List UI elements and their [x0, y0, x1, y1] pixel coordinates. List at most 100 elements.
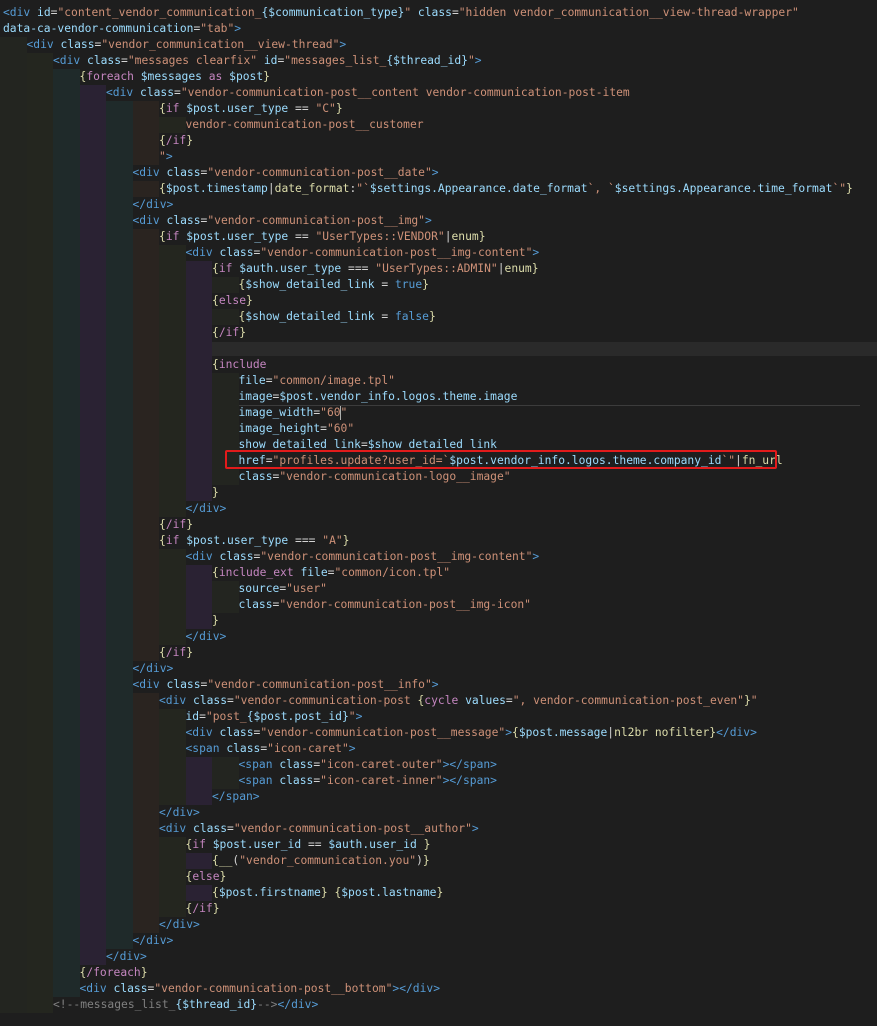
code-line[interactable]: [0, 341, 877, 357]
code-line[interactable]: {/if}: [0, 901, 877, 917]
code-line[interactable]: source="user": [0, 581, 877, 597]
indent-guide: [53, 965, 80, 981]
code-line[interactable]: data-ca-vendor-communication="tab">: [0, 21, 877, 37]
indent-guide: [79, 821, 106, 837]
code-line[interactable]: <div class="vendor-communication-post__i…: [0, 245, 877, 261]
code-text: {/if}: [159, 517, 193, 533]
code-token: }: [219, 870, 227, 883]
code-line[interactable]: file="common/image.tpl": [0, 373, 877, 389]
code-line[interactable]: <span class="icon-caret">: [0, 741, 877, 757]
indent-guide: [132, 229, 159, 245]
indent-guide: [79, 709, 106, 725]
code-line[interactable]: {if $post.user_id == $auth.user_id }: [0, 837, 877, 853]
indent-guide: [26, 837, 53, 853]
code-line[interactable]: {if $post.user_type == "UserTypes::VENDO…: [0, 229, 877, 245]
code-token: ==: [295, 102, 316, 115]
code-line[interactable]: {/if}: [0, 133, 877, 149]
code-text: <div class="vendor-communication-post__i…: [186, 245, 540, 261]
code-line[interactable]: {/foreach}: [0, 965, 877, 981]
code-line[interactable]: {$show_detailed_link = false}: [0, 309, 877, 325]
code-line[interactable]: {include_ext file="common/icon.tpl": [0, 565, 877, 581]
code-line[interactable]: {include: [0, 357, 877, 373]
indent-guide: [106, 645, 133, 661]
code-line[interactable]: </div>: [0, 949, 877, 965]
indent-guide: [53, 533, 80, 549]
indent-guide: [132, 485, 159, 501]
code-line[interactable]: <div class="messages clearfix" id="messa…: [0, 53, 877, 69]
indent-guide: [79, 789, 106, 805]
code-line[interactable]: <div class="vendor-communication-post__d…: [0, 165, 877, 181]
indent-guide: [79, 165, 106, 181]
code-line[interactable]: <div id = "content_vendor_communication_{$…: [0, 5, 877, 21]
code-token: |: [267, 182, 275, 195]
code-token: <div: [159, 694, 194, 707]
code-line[interactable]: </div>: [0, 933, 877, 949]
code-line[interactable]: </div>: [0, 501, 877, 517]
code-line[interactable]: <div class="vendor-communication-post__m…: [0, 725, 877, 741]
indent-guide: [132, 645, 159, 661]
code-line[interactable]: <div class="vendor-communication-post__i…: [0, 549, 877, 565]
code-token: {: [212, 886, 219, 899]
code-line[interactable]: <div class="vendor-communication-post__a…: [0, 821, 877, 837]
indent-guide: [106, 405, 133, 421]
indent-guide: [132, 901, 159, 917]
code-token: |: [497, 262, 505, 275]
code-line[interactable]: </span>: [0, 789, 877, 805]
code-token: "vendor-communication-post__content vend…: [180, 86, 630, 99]
code-line[interactable]: id="post_{$post.post_id}">: [0, 709, 877, 725]
code-line[interactable]: {else}: [0, 293, 877, 309]
code-line[interactable]: class="vendor-communication-post__img-ic…: [0, 597, 877, 613]
indent-guide: [26, 277, 53, 293]
code-line[interactable]: {$post.firstname} {$post.lastname}: [0, 885, 877, 901]
indent-guide: [79, 805, 106, 821]
code-token: id: [257, 54, 278, 67]
code-line[interactable]: <!--messages_list_{$thread_id}--></div>: [0, 997, 877, 1013]
code-text: {/if}: [212, 325, 246, 341]
code-text: }: [212, 485, 219, 501]
code-line[interactable]: <span class="icon-caret-inner"></span>: [0, 773, 877, 789]
code-line[interactable]: <div class="vendor-communication-post__b…: [0, 981, 877, 997]
code-line[interactable]: {if $post.user_type == "C"}: [0, 101, 877, 117]
code-line[interactable]: <div class="vendor-communication-post {c…: [0, 693, 877, 709]
indent-guide: [185, 773, 212, 789]
indent-guide: [0, 693, 27, 709]
code-line[interactable]: {if $post.user_type === "A"}: [0, 533, 877, 549]
code-line[interactable]: <div class="vendor-communication-post__i…: [0, 677, 877, 693]
code-line[interactable]: </div>: [0, 917, 877, 933]
code-line[interactable]: {else}: [0, 869, 877, 885]
code-line[interactable]: {foreach $messages as $post}: [0, 69, 877, 85]
code-line[interactable]: {/if}: [0, 517, 877, 533]
code-line[interactable]: <div class="vendor-communication-post__i…: [0, 213, 877, 229]
code-text: {if $post.user_type == "C"}: [159, 101, 343, 117]
code-token: ": [467, 54, 475, 67]
code-token: <div: [132, 214, 167, 227]
indent-guide: [53, 853, 80, 869]
code-line[interactable]: }: [0, 613, 877, 629]
code-line[interactable]: {$post.timestamp|date_format:"`$settings…: [0, 181, 877, 197]
code-line[interactable]: <div class="vendor-communication-post__c…: [0, 85, 877, 101]
code-line[interactable]: {__("vendor_communication.you")}: [0, 853, 877, 869]
code-line[interactable]: </div>: [0, 629, 877, 645]
code-line[interactable]: ">: [0, 149, 877, 165]
code-line[interactable]: </div>: [0, 661, 877, 677]
code-line[interactable]: </div>: [0, 805, 877, 821]
indent-guide: [79, 485, 106, 501]
code-line[interactable]: {$show_detailed_link = true}: [0, 277, 877, 293]
code-line[interactable]: image_height="60": [0, 421, 877, 437]
indent-guide: [185, 405, 212, 421]
code-line[interactable]: image_width="60": [0, 405, 877, 421]
code-line[interactable]: <div class="vendor_communication__view-t…: [0, 37, 877, 53]
code-line[interactable]: {/if}: [0, 325, 877, 341]
code-line[interactable]: vendor-communication-post__customer: [0, 117, 877, 133]
code-line[interactable]: image=$post.vendor_info.logos.theme.imag…: [0, 389, 877, 405]
code-line[interactable]: }: [0, 485, 877, 501]
code-line[interactable]: {/if}: [0, 645, 877, 661]
indent-guide: [79, 949, 106, 965]
code-editor[interactable]: <div id="content_vendor_communication_{$…: [0, 0, 877, 1026]
code-line[interactable]: <span class="icon-caret-outer"></span>: [0, 757, 877, 773]
code-line[interactable]: {if $auth.user_type === "UserTypes::ADMI…: [0, 261, 877, 277]
code-token: /if: [165, 646, 187, 659]
code-line[interactable]: class="vendor-communication-logo__image": [0, 469, 877, 485]
code-line[interactable]: </div>: [0, 197, 877, 213]
annotation-highlight-box: [225, 450, 777, 469]
